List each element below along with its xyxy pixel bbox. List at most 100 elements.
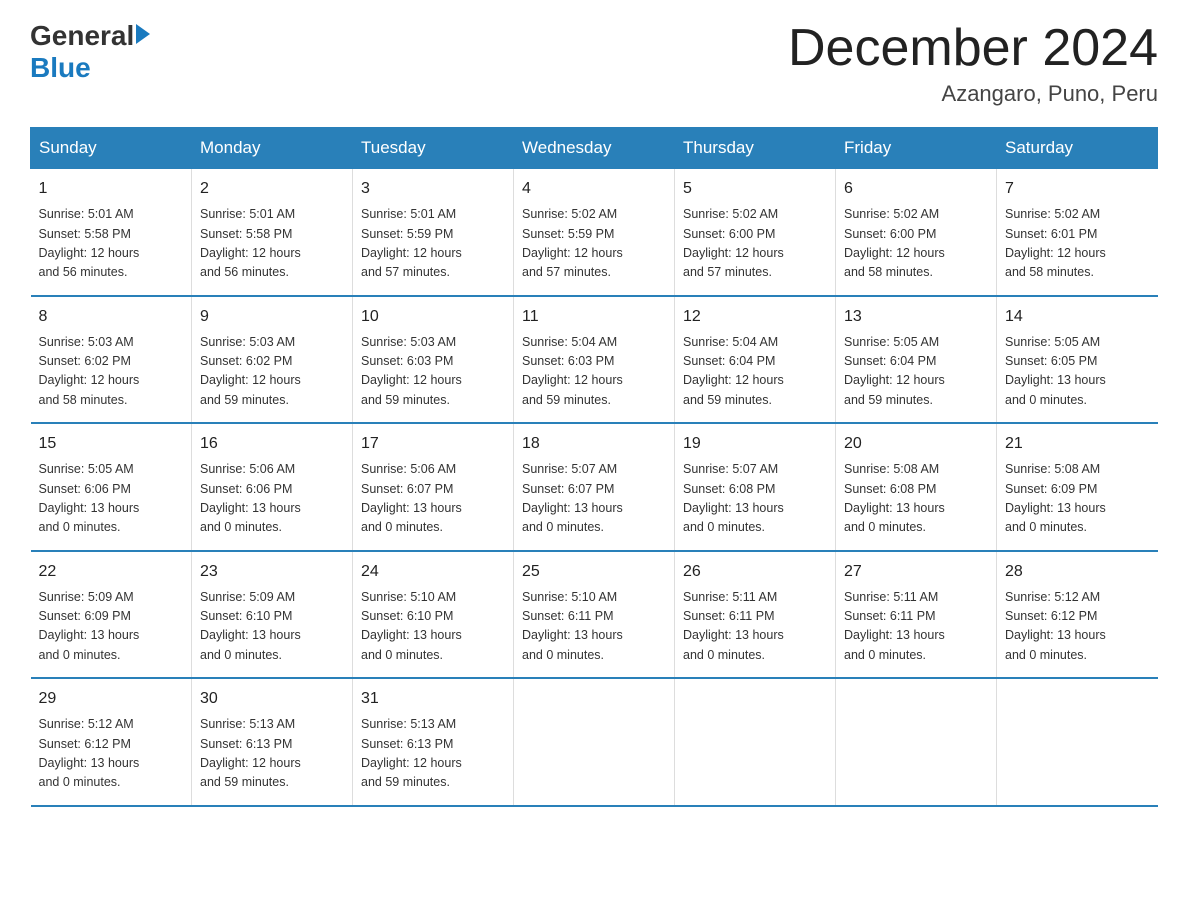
day-number: 22 [39,560,184,584]
day-number: 18 [522,432,666,456]
day-number: 21 [1005,432,1150,456]
calendar-cell: 1 Sunrise: 5:01 AMSunset: 5:58 PMDayligh… [31,169,192,296]
day-number: 30 [200,687,344,711]
day-header-saturday: Saturday [997,128,1158,169]
day-info: Sunrise: 5:06 AMSunset: 6:06 PMDaylight:… [200,460,344,538]
calendar-cell: 21 Sunrise: 5:08 AMSunset: 6:09 PMDaylig… [997,423,1158,551]
day-header-thursday: Thursday [675,128,836,169]
week-row-2: 8 Sunrise: 5:03 AMSunset: 6:02 PMDayligh… [31,296,1158,424]
week-row-4: 22 Sunrise: 5:09 AMSunset: 6:09 PMDaylig… [31,551,1158,679]
calendar-body: 1 Sunrise: 5:01 AMSunset: 5:58 PMDayligh… [31,169,1158,806]
calendar-cell: 20 Sunrise: 5:08 AMSunset: 6:08 PMDaylig… [836,423,997,551]
day-info: Sunrise: 5:02 AMSunset: 6:00 PMDaylight:… [683,205,827,283]
day-info: Sunrise: 5:03 AMSunset: 6:02 PMDaylight:… [39,333,184,411]
calendar-header: SundayMondayTuesdayWednesdayThursdayFrid… [31,128,1158,169]
calendar-cell [836,678,997,806]
week-row-5: 29 Sunrise: 5:12 AMSunset: 6:12 PMDaylig… [31,678,1158,806]
calendar-cell: 22 Sunrise: 5:09 AMSunset: 6:09 PMDaylig… [31,551,192,679]
calendar-cell: 17 Sunrise: 5:06 AMSunset: 6:07 PMDaylig… [353,423,514,551]
day-number: 17 [361,432,505,456]
week-row-1: 1 Sunrise: 5:01 AMSunset: 5:58 PMDayligh… [31,169,1158,296]
calendar-cell: 5 Sunrise: 5:02 AMSunset: 6:00 PMDayligh… [675,169,836,296]
day-number: 12 [683,305,827,329]
calendar-cell [514,678,675,806]
day-info: Sunrise: 5:10 AMSunset: 6:10 PMDaylight:… [361,588,505,666]
calendar-cell: 14 Sunrise: 5:05 AMSunset: 6:05 PMDaylig… [997,296,1158,424]
calendar-cell: 4 Sunrise: 5:02 AMSunset: 5:59 PMDayligh… [514,169,675,296]
calendar-table: SundayMondayTuesdayWednesdayThursdayFrid… [30,127,1158,807]
day-info: Sunrise: 5:12 AMSunset: 6:12 PMDaylight:… [39,715,184,793]
day-number: 25 [522,560,666,584]
calendar-cell: 3 Sunrise: 5:01 AMSunset: 5:59 PMDayligh… [353,169,514,296]
day-info: Sunrise: 5:02 AMSunset: 6:00 PMDaylight:… [844,205,988,283]
day-number: 4 [522,177,666,201]
logo-general-text: General [30,20,134,52]
day-number: 20 [844,432,988,456]
day-info: Sunrise: 5:13 AMSunset: 6:13 PMDaylight:… [200,715,344,793]
day-number: 11 [522,305,666,329]
day-info: Sunrise: 5:09 AMSunset: 6:09 PMDaylight:… [39,588,184,666]
day-header-monday: Monday [192,128,353,169]
day-info: Sunrise: 5:05 AMSunset: 6:06 PMDaylight:… [39,460,184,538]
day-number: 8 [39,305,184,329]
calendar-cell: 15 Sunrise: 5:05 AMSunset: 6:06 PMDaylig… [31,423,192,551]
day-info: Sunrise: 5:02 AMSunset: 5:59 PMDaylight:… [522,205,666,283]
day-info: Sunrise: 5:11 AMSunset: 6:11 PMDaylight:… [683,588,827,666]
day-number: 7 [1005,177,1150,201]
day-info: Sunrise: 5:08 AMSunset: 6:08 PMDaylight:… [844,460,988,538]
calendar-cell: 26 Sunrise: 5:11 AMSunset: 6:11 PMDaylig… [675,551,836,679]
day-number: 1 [39,177,184,201]
day-header-wednesday: Wednesday [514,128,675,169]
day-info: Sunrise: 5:09 AMSunset: 6:10 PMDaylight:… [200,588,344,666]
page-header: General Blue December 2024 Azangaro, Pun… [30,20,1158,107]
day-info: Sunrise: 5:06 AMSunset: 6:07 PMDaylight:… [361,460,505,538]
calendar-cell: 9 Sunrise: 5:03 AMSunset: 6:02 PMDayligh… [192,296,353,424]
day-number: 28 [1005,560,1150,584]
calendar-cell: 2 Sunrise: 5:01 AMSunset: 5:58 PMDayligh… [192,169,353,296]
day-info: Sunrise: 5:07 AMSunset: 6:08 PMDaylight:… [683,460,827,538]
day-info: Sunrise: 5:10 AMSunset: 6:11 PMDaylight:… [522,588,666,666]
day-info: Sunrise: 5:12 AMSunset: 6:12 PMDaylight:… [1005,588,1150,666]
calendar-cell: 24 Sunrise: 5:10 AMSunset: 6:10 PMDaylig… [353,551,514,679]
calendar-cell: 11 Sunrise: 5:04 AMSunset: 6:03 PMDaylig… [514,296,675,424]
day-info: Sunrise: 5:04 AMSunset: 6:04 PMDaylight:… [683,333,827,411]
calendar-cell: 6 Sunrise: 5:02 AMSunset: 6:00 PMDayligh… [836,169,997,296]
day-number: 14 [1005,305,1150,329]
calendar-cell: 27 Sunrise: 5:11 AMSunset: 6:11 PMDaylig… [836,551,997,679]
calendar-cell: 30 Sunrise: 5:13 AMSunset: 6:13 PMDaylig… [192,678,353,806]
calendar-cell: 31 Sunrise: 5:13 AMSunset: 6:13 PMDaylig… [353,678,514,806]
calendar-cell: 7 Sunrise: 5:02 AMSunset: 6:01 PMDayligh… [997,169,1158,296]
day-number: 31 [361,687,505,711]
calendar-cell: 12 Sunrise: 5:04 AMSunset: 6:04 PMDaylig… [675,296,836,424]
day-info: Sunrise: 5:11 AMSunset: 6:11 PMDaylight:… [844,588,988,666]
calendar-cell: 18 Sunrise: 5:07 AMSunset: 6:07 PMDaylig… [514,423,675,551]
day-info: Sunrise: 5:01 AMSunset: 5:59 PMDaylight:… [361,205,505,283]
day-number: 6 [844,177,988,201]
day-number: 16 [200,432,344,456]
day-number: 27 [844,560,988,584]
day-number: 3 [361,177,505,201]
day-info: Sunrise: 5:04 AMSunset: 6:03 PMDaylight:… [522,333,666,411]
calendar-cell: 8 Sunrise: 5:03 AMSunset: 6:02 PMDayligh… [31,296,192,424]
week-row-3: 15 Sunrise: 5:05 AMSunset: 6:06 PMDaylig… [31,423,1158,551]
logo: General Blue [30,20,150,84]
logo-arrow-icon [136,24,150,44]
day-number: 24 [361,560,505,584]
day-number: 23 [200,560,344,584]
day-header-tuesday: Tuesday [353,128,514,169]
day-number: 26 [683,560,827,584]
day-info: Sunrise: 5:03 AMSunset: 6:03 PMDaylight:… [361,333,505,411]
calendar-cell [675,678,836,806]
day-info: Sunrise: 5:01 AMSunset: 5:58 PMDaylight:… [39,205,184,283]
day-number: 2 [200,177,344,201]
location-text: Azangaro, Puno, Peru [788,81,1158,107]
logo-blue-text: Blue [30,52,91,84]
calendar-cell: 29 Sunrise: 5:12 AMSunset: 6:12 PMDaylig… [31,678,192,806]
day-number: 19 [683,432,827,456]
day-number: 9 [200,305,344,329]
day-info: Sunrise: 5:02 AMSunset: 6:01 PMDaylight:… [1005,205,1150,283]
day-number: 5 [683,177,827,201]
day-number: 10 [361,305,505,329]
day-info: Sunrise: 5:05 AMSunset: 6:05 PMDaylight:… [1005,333,1150,411]
day-info: Sunrise: 5:03 AMSunset: 6:02 PMDaylight:… [200,333,344,411]
